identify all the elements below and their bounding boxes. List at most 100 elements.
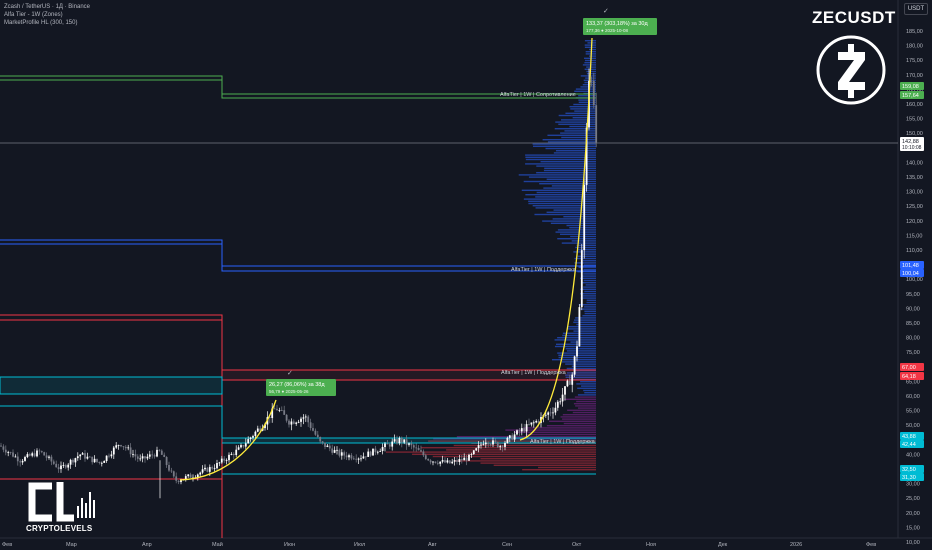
candle xyxy=(352,456,355,460)
candle xyxy=(156,446,158,458)
price-tag: 64,18 xyxy=(900,372,924,380)
price-axis-label: 155,00 xyxy=(906,117,923,123)
price-axis-label: 65,00 xyxy=(906,379,920,385)
candle xyxy=(69,458,72,469)
price-axis-label: 115,00 xyxy=(906,233,922,239)
profile-bar xyxy=(562,418,596,420)
profile-bar xyxy=(563,422,596,425)
profile-bar xyxy=(543,169,596,172)
candle xyxy=(223,456,226,464)
profile-bar xyxy=(577,407,596,409)
candle xyxy=(19,459,22,467)
candle xyxy=(9,451,12,455)
candle xyxy=(511,433,514,441)
zone-label-support-red: AlfaTier | 1W | Поддержка xyxy=(501,370,567,376)
candle xyxy=(528,418,530,426)
price-axis-label: 85,00 xyxy=(906,321,920,327)
candle xyxy=(372,448,374,456)
profile-bar xyxy=(454,460,596,462)
price-chart[interactable]: ✓ ✓ AlfaTier | 1W | Сопротивление AlfaTi… xyxy=(0,0,932,550)
candle xyxy=(127,444,130,451)
candle xyxy=(276,404,278,411)
indicator-label[interactable]: MarketProfile HL (300, 150) xyxy=(4,19,77,27)
candle xyxy=(285,414,288,423)
profile-bar xyxy=(555,150,596,152)
zone-label-support-blue: AlfaTier | 1W | Поддержка xyxy=(511,267,577,273)
price-axis-label: 90,00 xyxy=(906,306,920,312)
profile-bar xyxy=(580,297,596,299)
candle xyxy=(302,414,305,425)
profile-bar xyxy=(575,317,596,319)
price-tag-value: 42,44 xyxy=(902,442,916,448)
candle xyxy=(136,454,139,462)
profile-bar xyxy=(577,394,596,396)
profile-bar xyxy=(574,257,596,260)
candle xyxy=(122,446,125,450)
candle xyxy=(571,372,574,393)
profile-bar xyxy=(562,414,596,416)
candle xyxy=(40,450,43,454)
candle xyxy=(283,405,286,415)
price-axis-label: 120,00 xyxy=(906,219,923,225)
profile-bar xyxy=(528,202,596,205)
price-tag: 31,30 xyxy=(900,473,924,481)
candle xyxy=(187,474,190,478)
callout-subtext: 177,36 ● 2025-10-08 xyxy=(586,28,628,33)
profile-bar xyxy=(480,462,596,464)
candle xyxy=(439,461,442,467)
profile-bar xyxy=(558,114,596,117)
candle xyxy=(444,457,446,464)
candle xyxy=(93,455,96,463)
time-axis-label: Авг xyxy=(428,542,437,548)
candle xyxy=(422,449,425,458)
price-axis-label: 130,00 xyxy=(906,190,923,196)
profile-bar xyxy=(570,341,596,343)
price-axis-label: 135,00 xyxy=(906,175,923,181)
profile-bar xyxy=(573,403,596,405)
price-axis-label: 20,00 xyxy=(906,511,920,517)
profile-bar xyxy=(557,229,596,231)
profile-bar xyxy=(567,328,596,330)
profile-bar xyxy=(586,73,596,75)
profile-bar xyxy=(522,469,596,471)
profile-bar xyxy=(583,273,596,275)
candle xyxy=(91,456,94,465)
profile-bar xyxy=(551,185,596,187)
candle xyxy=(427,458,430,462)
candle xyxy=(436,460,439,466)
candle xyxy=(388,442,391,450)
candle xyxy=(381,443,384,455)
profile-bar xyxy=(566,224,596,227)
price-axis-label: 50,00 xyxy=(906,423,920,429)
profile-bar xyxy=(566,350,596,352)
candle xyxy=(139,454,142,462)
profile-bar xyxy=(582,295,596,297)
market-profile xyxy=(385,40,596,471)
candle xyxy=(333,446,336,454)
profile-bar xyxy=(584,57,596,59)
candle xyxy=(434,461,437,464)
candle xyxy=(240,443,242,449)
profile-bar xyxy=(563,216,596,218)
candle xyxy=(280,406,283,412)
currency-button[interactable]: USDT xyxy=(904,3,928,15)
symbol-title[interactable]: Zcash / TetherUS · 1Д · Binance xyxy=(4,3,90,11)
profile-bar xyxy=(525,433,596,436)
candle xyxy=(50,454,53,466)
check-icon: ✓ xyxy=(287,369,293,377)
price-axis-label: 75,00 xyxy=(906,350,920,356)
profile-bar xyxy=(574,396,596,398)
candle xyxy=(364,456,367,461)
profile-bar xyxy=(532,205,596,207)
profile-bar xyxy=(535,207,596,209)
candle xyxy=(124,445,127,451)
price-axis-label: 110,00 xyxy=(906,248,922,254)
candle xyxy=(417,445,420,451)
candle xyxy=(172,470,175,478)
indicator-label[interactable]: Alfa Tier - 1W (Zones) xyxy=(4,11,63,19)
price-tag-value: 64,18 xyxy=(902,374,916,380)
time-axis-label: Фев xyxy=(2,542,12,548)
candle xyxy=(38,448,41,455)
support-zone-blue xyxy=(0,239,596,272)
candle xyxy=(16,452,19,466)
